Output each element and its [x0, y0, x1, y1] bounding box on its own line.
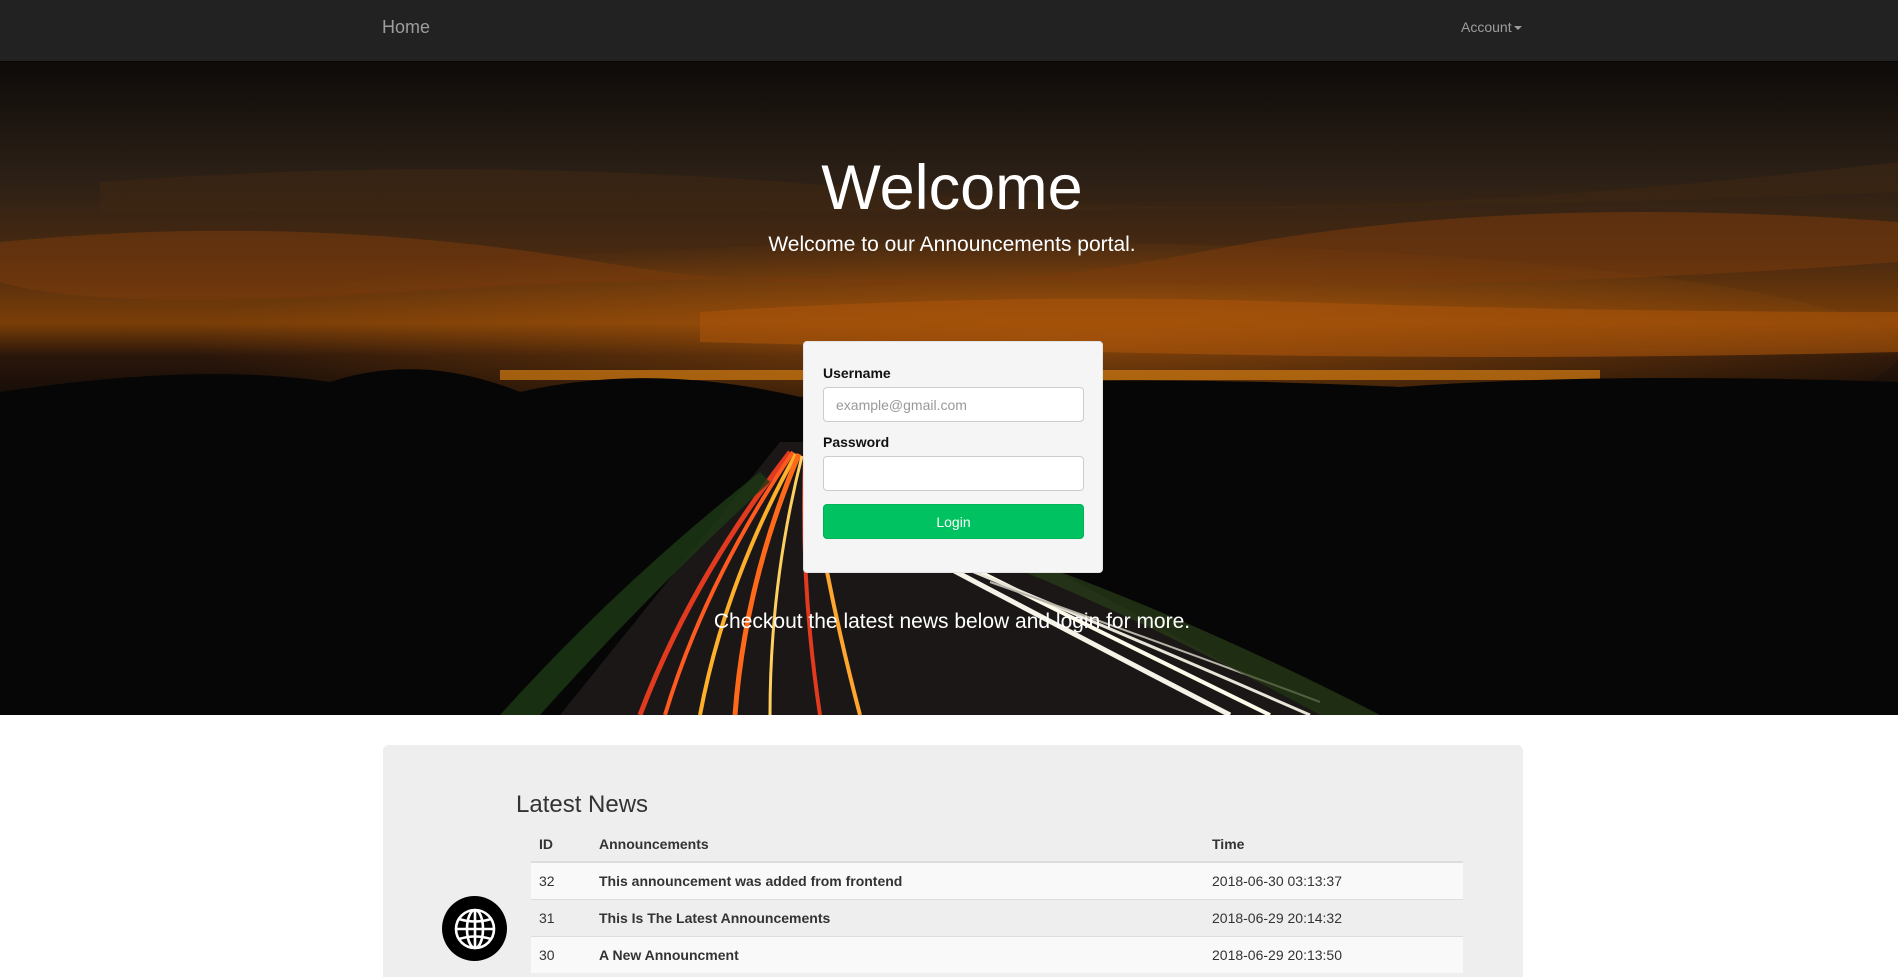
hero-footer-text: Checkout the latest news below and login… [713, 610, 1191, 633]
news-table: ID Announcements Time 32 This announceme… [531, 826, 1463, 973]
news-announcement: This announcement was added from fronten… [591, 861, 1204, 899]
news-id: 31 [531, 898, 591, 936]
news-time: 2018-06-29 20:14:32 [1204, 898, 1463, 936]
login-button[interactable]: Login [823, 504, 1084, 539]
globe-icon [454, 908, 495, 949]
column-header-time: Time [1204, 826, 1463, 863]
column-header-announcements: Announcements [591, 826, 1204, 863]
table-row: 31 This Is The Latest Announcements 2018… [531, 898, 1463, 936]
navbar: Home Account [0, 0, 1898, 62]
column-header-id: ID [531, 826, 591, 863]
account-label: Account [1461, 19, 1512, 35]
username-label: Username [823, 365, 891, 381]
account-dropdown[interactable]: Account [1461, 18, 1522, 36]
hero-subtitle: Welcome to our Announcements portal. [768, 233, 1136, 256]
news-id: 32 [531, 861, 591, 899]
news-announcement: A New Announcment [591, 935, 1204, 973]
hero-title: Welcome [821, 153, 1083, 223]
table-row: 30 A New Announcment 2018-06-29 20:13:50 [531, 935, 1463, 973]
news-announcement: This Is The Latest Announcements [591, 898, 1204, 936]
password-input[interactable] [823, 456, 1084, 491]
username-input[interactable] [823, 387, 1084, 422]
login-form: Username Password Login [803, 341, 1103, 573]
table-row: 32 This announcement was added from fron… [531, 861, 1463, 899]
news-time: 2018-06-29 20:13:50 [1204, 935, 1463, 973]
globe-button[interactable] [442, 896, 507, 961]
password-label: Password [823, 434, 890, 450]
news-table-header: ID Announcements Time [531, 826, 1463, 863]
caret-down-icon [1513, 26, 1522, 30]
hero-section: Welcome Welcome to our Announcements por… [0, 62, 1898, 715]
news-time: 2018-06-30 03:13:37 [1204, 861, 1463, 899]
news-title: Latest News [516, 791, 649, 818]
nav-home-link[interactable]: Home [382, 16, 430, 38]
news-id: 30 [531, 935, 591, 973]
